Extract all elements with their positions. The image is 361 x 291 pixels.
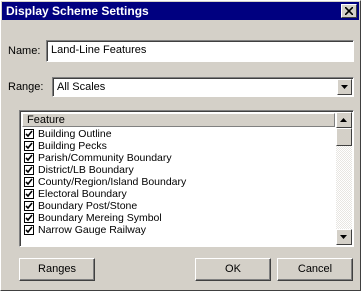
feature-checkbox[interactable]: [24, 165, 34, 175]
cancel-button[interactable]: Cancel: [277, 258, 353, 281]
checkmark-icon: [25, 214, 33, 222]
feature-label: Narrow Gauge Railway: [38, 224, 146, 236]
list-item[interactable]: Electoral Boundary: [22, 188, 335, 200]
checkmark-icon: [25, 166, 33, 174]
feature-label: Parish/Community Boundary: [38, 152, 172, 164]
feature-checkbox[interactable]: [24, 201, 34, 211]
feature-list: Feature Building Outline Building Pecks Pa…: [19, 110, 354, 247]
list-item[interactable]: Parish/Community Boundary: [22, 152, 335, 164]
close-icon: [345, 7, 353, 15]
feature-checkbox[interactable]: [24, 213, 34, 223]
name-label: Name:: [8, 45, 41, 57]
checkmark-icon: [25, 178, 33, 186]
checkmark-icon: [25, 154, 33, 162]
dialog-window: Display Scheme Settings Name: Land-Line …: [0, 0, 361, 291]
feature-checkbox[interactable]: [24, 129, 34, 139]
chevron-up-icon: [340, 118, 347, 122]
checkmark-icon: [25, 226, 33, 234]
range-dropdown[interactable]: All Scales: [52, 77, 354, 97]
feature-label: Electoral Boundary: [38, 188, 127, 200]
feature-label: Building Outline: [38, 128, 112, 140]
feature-label: Boundary Post/Stone: [38, 200, 138, 212]
chevron-down-icon: [341, 85, 348, 89]
feature-label: District/LB Boundary: [38, 164, 134, 176]
feature-rows: Building Outline Building Pecks Parish/Com…: [22, 128, 335, 236]
window-title: Display Scheme Settings: [6, 4, 149, 18]
feature-label: County/Region/Island Boundary: [38, 176, 187, 188]
list-scrollbar[interactable]: [336, 112, 352, 245]
range-dropdown-button[interactable]: [337, 79, 352, 95]
list-item[interactable]: Building Pecks: [22, 140, 335, 152]
list-item[interactable]: Building Outline: [22, 128, 335, 140]
feature-checkbox[interactable]: [24, 225, 34, 235]
ok-button[interactable]: OK: [195, 258, 271, 281]
ranges-button[interactable]: Ranges: [19, 258, 95, 281]
range-label: Range:: [8, 81, 44, 93]
list-item[interactable]: District/LB Boundary: [22, 164, 335, 176]
feature-checkbox[interactable]: [24, 189, 34, 199]
feature-label: Building Pecks: [38, 140, 107, 152]
feature-column-header[interactable]: Feature: [22, 113, 335, 127]
checkmark-icon: [25, 190, 33, 198]
list-item[interactable]: County/Region/Island Boundary: [22, 176, 335, 188]
list-item[interactable]: Boundary Mereing Symbol: [22, 212, 335, 224]
feature-checkbox[interactable]: [24, 141, 34, 151]
checkmark-icon: [25, 202, 33, 210]
list-item[interactable]: Boundary Post/Stone: [22, 200, 335, 212]
scroll-up-button[interactable]: [336, 112, 352, 128]
feature-label: Boundary Mereing Symbol: [38, 212, 162, 224]
chevron-down-icon: [340, 235, 347, 239]
title-bar[interactable]: Display Scheme Settings: [2, 2, 359, 20]
checkmark-icon: [25, 130, 33, 138]
feature-checkbox[interactable]: [24, 177, 34, 187]
list-item[interactable]: Narrow Gauge Railway: [22, 224, 335, 236]
scroll-thumb[interactable]: [336, 128, 352, 146]
feature-checkbox[interactable]: [24, 153, 34, 163]
name-input[interactable]: Land-Line Features: [46, 40, 354, 62]
checkmark-icon: [25, 142, 33, 150]
scroll-down-button[interactable]: [336, 229, 352, 245]
range-selected-value: All Scales: [57, 81, 106, 93]
close-button[interactable]: [341, 4, 357, 18]
